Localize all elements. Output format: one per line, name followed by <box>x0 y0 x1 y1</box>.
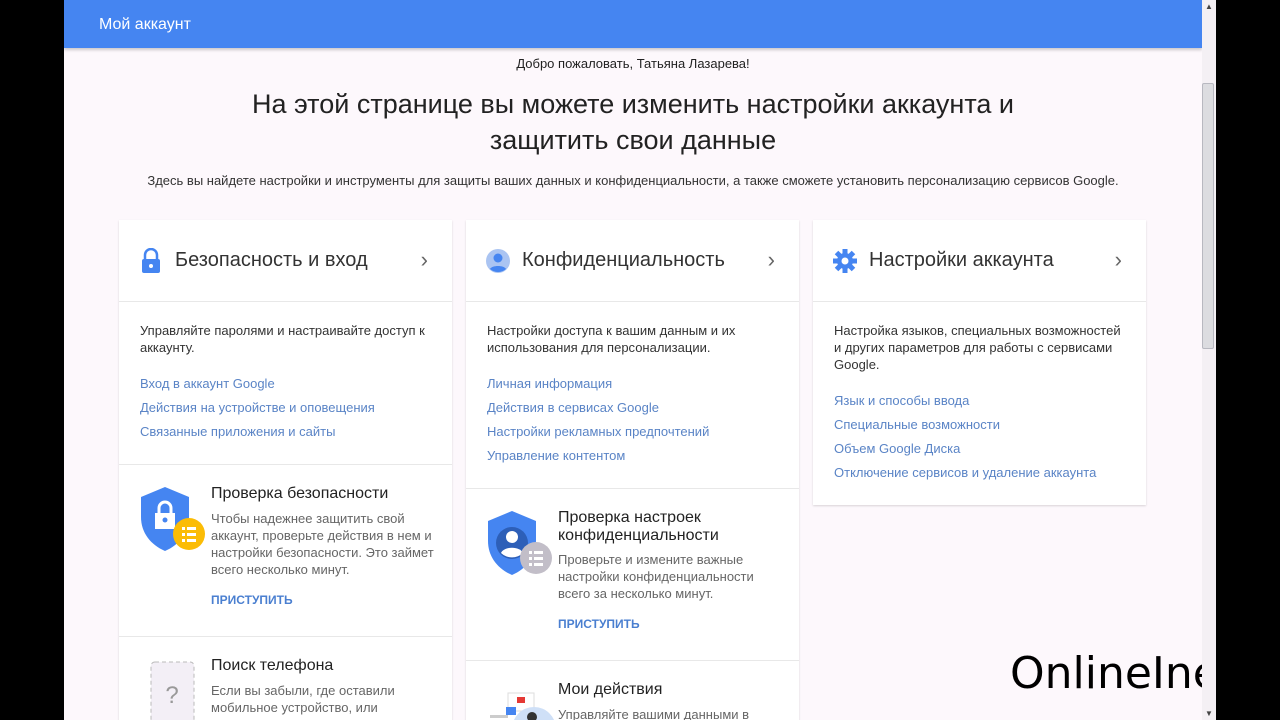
link-device-activity[interactable]: Действия на устройстве и оповещения <box>140 399 432 416</box>
section-title: Мои действия <box>558 681 663 698</box>
app-bar: Мой аккаунт <box>64 0 1202 48</box>
link-language-input[interactable]: Язык и способы ввода <box>834 392 1126 409</box>
section-desc: Чтобы надежнее защитить свой аккаунт, пр… <box>211 511 434 577</box>
card-title: Конфиденциальность <box>522 249 725 271</box>
scrollbar-thumb[interactable] <box>1202 83 1214 349</box>
vertical-scrollbar[interactable]: ▲ ▼ <box>1202 0 1216 720</box>
chevron-right-icon[interactable]: › <box>421 247 428 273</box>
section-title: Поиск телефона <box>211 657 334 674</box>
privacy-card: Конфиденциальность › Настройки доступа к… <box>466 220 799 720</box>
security-card-header[interactable]: Безопасность и вход › <box>119 220 452 302</box>
link-connected-apps[interactable]: Связанные приложения и сайты <box>140 423 432 440</box>
security-card: Безопасность и вход › Управляйте паролям… <box>119 220 452 720</box>
card-title: Настройки аккаунта <box>869 249 1054 271</box>
title-line-1: На этой странице вы можете изменить наст… <box>251 89 1014 119</box>
start-privacy-checkup-button[interactable]: ПРИСТУПИТЬ <box>558 617 640 631</box>
svg-text:?: ? <box>165 682 178 709</box>
app-title[interactable]: Мой аккаунт <box>99 16 191 34</box>
scroll-down-icon[interactable]: ▼ <box>1205 709 1213 718</box>
account-settings-card-header[interactable]: Настройки аккаунта › <box>813 220 1146 302</box>
link-drive-storage[interactable]: Объем Google Диска <box>834 440 1126 457</box>
page-title: На этой странице вы можете изменить наст… <box>64 86 1202 158</box>
page: Мой аккаунт Добро пожаловать, Татьяна Ла… <box>64 0 1202 720</box>
link-delete-account[interactable]: Отключение сервисов и удаление аккаунта <box>834 464 1126 481</box>
lock-icon <box>142 248 160 273</box>
card-desc: Настройки доступа к вашим данным и их ис… <box>487 323 736 355</box>
privacy-checkup-section: Проверка настроек конфиденциальности Про… <box>466 488 799 660</box>
title-line-2: защитить свои данные <box>489 125 777 155</box>
chevron-right-icon[interactable]: › <box>1115 247 1122 273</box>
page-subtitle: Здесь вы найдете настройки и инструменты… <box>147 173 1119 188</box>
shield-lock-icon <box>141 487 205 551</box>
scroll-up-icon[interactable]: ▲ <box>1205 2 1213 11</box>
welcome-text: Добро пожаловать, Татьяна Лазарева! <box>516 56 750 71</box>
chevron-right-icon[interactable]: › <box>768 247 775 273</box>
link-activity-controls[interactable]: Действия в сервисах Google <box>487 399 779 416</box>
watermark: OnlineInet <box>1010 648 1202 699</box>
my-activity-section: Мои действия Управляйте вашими данными в <box>466 660 799 720</box>
shield-person-icon <box>488 511 552 575</box>
section-desc: Проверьте и измените важные настройки ко… <box>558 552 754 601</box>
link-personal-info[interactable]: Личная информация <box>487 375 779 392</box>
phone-question-icon: ? <box>150 661 195 720</box>
section-desc: Если вы забыли, где оставили мобильное у… <box>211 683 395 715</box>
card-desc: Управляйте паролями и настраивайте досту… <box>140 323 425 355</box>
section-title: Проверка безопасности <box>211 485 389 502</box>
privacy-card-header[interactable]: Конфиденциальность › <box>466 220 799 302</box>
section-desc: Управляйте вашими данными в <box>558 707 750 720</box>
link-ad-settings[interactable]: Настройки рекламных предпочтений <box>487 423 779 440</box>
gear-icon <box>833 249 857 273</box>
find-phone-section: ? Поиск телефона Если вы забыли, где ост… <box>119 636 452 720</box>
person-icon <box>486 249 510 273</box>
start-security-checkup-button[interactable]: ПРИСТУПИТЬ <box>211 593 293 607</box>
activity-illustration-icon <box>490 692 554 720</box>
account-settings-card: Настройки аккаунта › Настройка языков, с… <box>813 220 1146 505</box>
section-title: Проверка настроек конфиденциальности <box>558 509 719 544</box>
security-checkup-section: Проверка безопасности Чтобы надежнее защ… <box>119 464 452 636</box>
card-title: Безопасность и вход <box>175 249 368 271</box>
card-desc: Настройка языков, специальных возможност… <box>834 323 1121 372</box>
link-sign-in[interactable]: Вход в аккаунт Google <box>140 375 432 392</box>
link-content-control[interactable]: Управление контентом <box>487 447 779 464</box>
link-accessibility[interactable]: Специальные возможности <box>834 416 1126 433</box>
